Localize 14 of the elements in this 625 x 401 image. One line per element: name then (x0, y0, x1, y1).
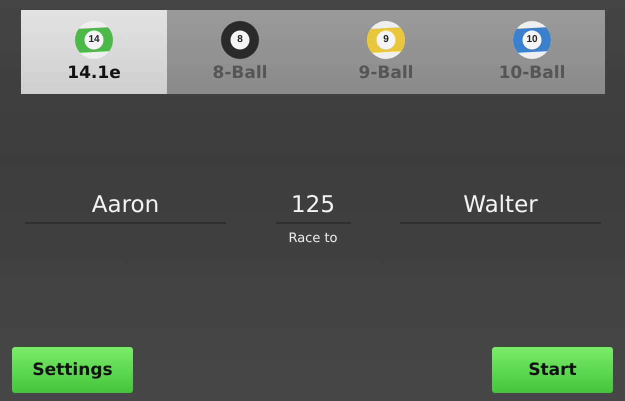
player-name-field[interactable]: Walter (400, 186, 601, 224)
player-name-field[interactable]: Aaron (25, 186, 226, 224)
game-tab[interactable]: 8 8-Ball (167, 10, 313, 94)
settings-button[interactable]: Settings (12, 347, 133, 393)
ball-number: 9 (382, 33, 390, 47)
start-button[interactable]: Start (492, 347, 613, 393)
ball-number: 8 (236, 33, 244, 47)
game-tab[interactable]: 9 9-Ball (313, 10, 459, 94)
game-tab[interactable]: 14 14.1e (21, 10, 167, 94)
game-tab[interactable]: 10 10-Ball (459, 10, 605, 94)
race-to-label: Race to (288, 231, 338, 246)
race-to-field[interactable]: 125 (276, 186, 350, 224)
ball-number: 10 (525, 33, 539, 47)
ball-number: 14 (87, 33, 101, 47)
